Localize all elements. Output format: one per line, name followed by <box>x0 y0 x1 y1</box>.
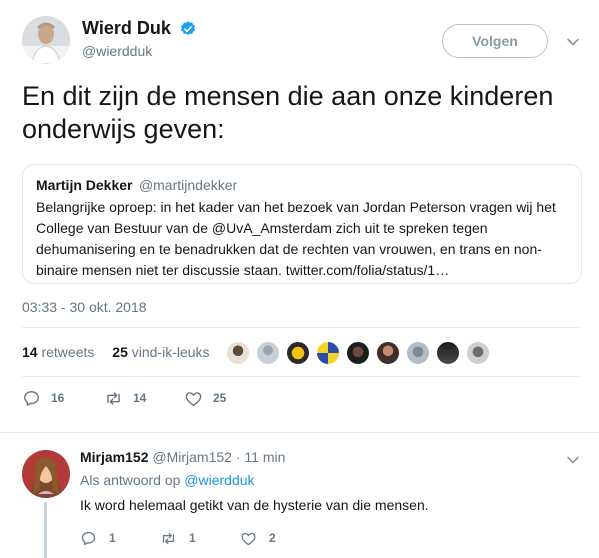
replying-to-link[interactable]: @wierdduk <box>184 472 254 488</box>
liker-avatar[interactable] <box>315 340 341 366</box>
likes-count: 25 <box>112 344 128 360</box>
author-display-name[interactable]: Wierd Duk <box>82 18 171 39</box>
heart-icon <box>241 532 256 545</box>
reply-action[interactable]: 16 <box>22 388 64 408</box>
liker-avatar[interactable] <box>285 340 311 366</box>
replying-to-label: Als antwoord op <box>80 472 181 488</box>
retweet-action[interactable]: 14 <box>104 388 146 408</box>
retweets-count: 14 <box>22 344 38 360</box>
like-action[interactable]: 25 <box>184 388 226 408</box>
reply-tweet[interactable]: Mirjam152 @Mirjam152 · 11 min Als antwoo… <box>0 436 599 558</box>
reply-icon <box>81 531 96 545</box>
reply-text: Ik word helemaal getikt van de hysterie … <box>80 497 429 513</box>
retweet-action[interactable]: 1 <box>160 528 196 548</box>
reply-author-avatar[interactable] <box>22 450 70 498</box>
follow-button[interactable]: Volgen <box>442 24 548 58</box>
quoted-author-handle: @martijndekker <box>138 177 238 193</box>
liker-avatar[interactable] <box>225 340 251 366</box>
tweet-stats: 14 retweets 25 vind-ik-leuks <box>22 344 224 360</box>
liker-avatar[interactable] <box>465 340 491 366</box>
heart-icon <box>185 391 202 406</box>
like-count: 2 <box>269 531 276 545</box>
reply-action[interactable]: 1 <box>80 528 116 548</box>
tweet-timestamp[interactable]: 03:33 - 30 okt. 2018 <box>22 299 147 315</box>
liker-avatar[interactable] <box>255 340 281 366</box>
liker-avatar[interactable] <box>435 340 461 366</box>
thread-line <box>44 502 47 558</box>
divider <box>22 327 582 328</box>
quoted-tweet-text: Belangrijke oproep: in het kader van het… <box>36 199 556 278</box>
divider <box>0 432 599 433</box>
like-count: 25 <box>213 391 227 405</box>
retweets-stat[interactable]: 14 retweets <box>22 344 94 360</box>
tweet-text: En dit zijn de mensen die aan onze kinde… <box>22 81 554 144</box>
quoted-author-name: Martijn Dekker <box>36 177 133 193</box>
reply-count: 16 <box>51 391 65 405</box>
retweet-icon <box>107 391 120 405</box>
likes-label: vind-ik-leuks <box>131 344 210 360</box>
reply-author-handle[interactable]: @Mirjam152 <box>152 449 232 465</box>
liker-avatar[interactable] <box>345 340 371 366</box>
reply-header: Mirjam152 @Mirjam152 · 11 min <box>80 449 285 465</box>
author-avatar[interactable] <box>22 16 70 64</box>
retweet-icon <box>162 532 175 544</box>
retweets-label: retweets <box>41 344 95 360</box>
author-info[interactable]: Wierd Duk @wierdduk <box>82 18 197 59</box>
quoted-tweet[interactable]: Martijn Dekker @martijndekker Belangrijk… <box>22 164 582 284</box>
reply-author-name[interactable]: Mirjam152 <box>80 449 148 465</box>
liker-avatar[interactable] <box>375 340 401 366</box>
chevron-down-icon[interactable] <box>565 452 581 468</box>
author-handle[interactable]: @wierdduk <box>82 43 197 59</box>
retweet-count: 1 <box>189 531 196 545</box>
reply-icon <box>24 390 39 406</box>
reply-time[interactable]: · 11 min <box>236 449 286 465</box>
reply-count: 1 <box>109 531 116 545</box>
liker-avatar[interactable] <box>405 340 431 366</box>
chevron-down-icon[interactable] <box>565 34 581 50</box>
verified-badge-icon <box>181 20 196 35</box>
divider <box>22 376 582 377</box>
likes-stat[interactable]: 25 vind-ik-leuks <box>112 344 209 360</box>
replying-to: Als antwoord op @wierdduk <box>80 472 255 488</box>
like-action[interactable]: 2 <box>240 528 276 548</box>
retweet-count: 14 <box>133 391 147 405</box>
